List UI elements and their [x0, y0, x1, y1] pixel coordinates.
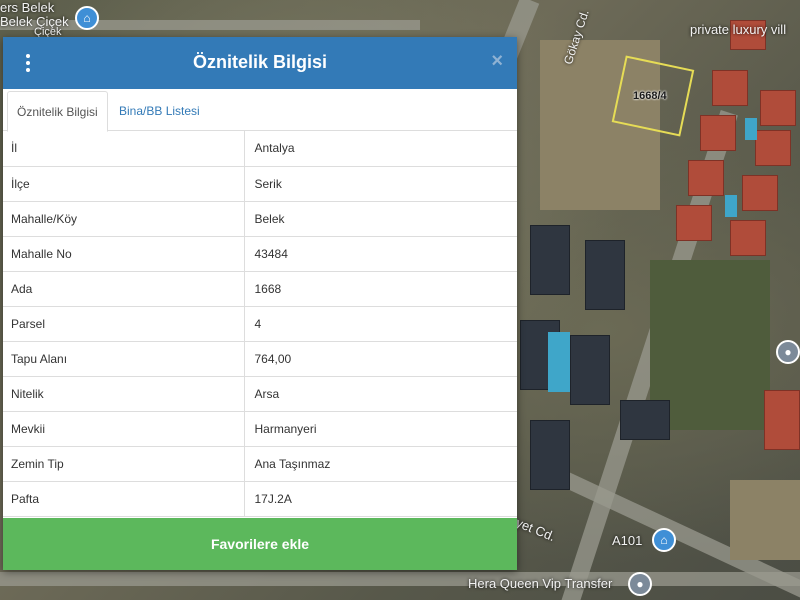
- attribute-info-panel: Öznitelik Bilgisi × Öznitelik Bilgisi Bi…: [3, 37, 517, 570]
- building: [676, 205, 712, 241]
- apartment-block: [570, 335, 610, 405]
- attribute-key: İl: [3, 131, 245, 167]
- map-pin-icon[interactable]: ⌂: [75, 6, 99, 30]
- attribute-value: 764,00: [244, 341, 517, 377]
- attribute-key: Ada: [3, 271, 245, 307]
- road: [0, 572, 800, 586]
- empty-lot: [730, 480, 800, 560]
- building: [688, 160, 724, 196]
- table-row: İl Antalya: [3, 131, 517, 167]
- pool: [745, 118, 757, 140]
- attribute-key: Nitelik: [3, 376, 245, 412]
- building: [712, 70, 748, 106]
- table-row: Nitelik Arsa: [3, 376, 517, 412]
- table-row: Pafta 17J.2A: [3, 481, 517, 517]
- attribute-key: Parsel: [3, 306, 245, 342]
- building: [742, 175, 778, 211]
- map-label: Hera Queen Vip Transfer: [468, 576, 613, 591]
- building: [755, 130, 791, 166]
- table-row: Mahalle/Köy Belek: [3, 201, 517, 237]
- table-row: Parsel 4: [3, 306, 517, 342]
- attribute-value: Arsa: [244, 376, 517, 412]
- building: [764, 390, 800, 450]
- attribute-key: Mahalle/Köy: [3, 201, 245, 237]
- attribute-value: Antalya: [244, 131, 517, 167]
- attribute-value: Harmanyeri: [244, 411, 517, 447]
- table-row: Mahalle No 43484: [3, 236, 517, 272]
- map-label: private luxury vill: [690, 22, 787, 37]
- pool: [548, 332, 570, 392]
- attribute-key: Mevkii: [3, 411, 245, 447]
- attribute-value: Belek: [244, 201, 517, 237]
- attribute-value: 1668: [244, 271, 517, 307]
- tab-attribute-info[interactable]: Öznitelik Bilgisi: [7, 91, 108, 132]
- apartment-block: [530, 420, 570, 490]
- building: [700, 115, 736, 151]
- building: [760, 90, 796, 126]
- attribute-value: Serik: [244, 166, 517, 202]
- close-icon[interactable]: ×: [491, 49, 503, 73]
- panel-header: Öznitelik Bilgisi ×: [3, 37, 517, 89]
- panel-title: Öznitelik Bilgisi: [192, 52, 328, 72]
- table-row: Ada 1668: [3, 271, 517, 307]
- attribute-key: Zemin Tip: [3, 446, 245, 482]
- tab-building-list[interactable]: Bina/BB Listesi: [110, 91, 209, 132]
- map-label: A101: [612, 533, 643, 548]
- table-row: Mevkii Harmanyeri: [3, 411, 517, 447]
- attribute-table: İl Antalya İlçe Serik Mahalle/Köy Belek Mahall…: [3, 131, 517, 517]
- attribute-value: 17J.2A: [244, 481, 517, 517]
- attribute-value: 4: [244, 306, 517, 342]
- map-pin-icon[interactable]: ●: [628, 572, 652, 596]
- attribute-key: Pafta: [3, 481, 245, 517]
- table-row: Tapu Alanı 764,00: [3, 341, 517, 377]
- parcel-label: 1668/4: [633, 90, 667, 102]
- attribute-key: Tapu Alanı: [3, 341, 245, 377]
- apartment-block: [530, 225, 570, 295]
- pool: [725, 195, 737, 217]
- attribute-value: 43484: [244, 236, 517, 272]
- attribute-value: Ana Taşınmaz: [244, 446, 517, 482]
- map-label: ers Belek: [0, 0, 55, 15]
- map-pin-icon[interactable]: ●: [776, 340, 800, 364]
- street-label: yet Cd.: [513, 514, 558, 545]
- attribute-key: İlçe: [3, 166, 245, 202]
- apartment-block: [585, 240, 625, 310]
- building: [730, 220, 766, 256]
- attribute-key: Mahalle No: [3, 236, 245, 272]
- tab-bar: Öznitelik Bilgisi Bina/BB Listesi: [3, 89, 517, 132]
- table-row: İlçe Serik: [3, 166, 517, 202]
- table-row: Zemin Tip Ana Taşınmaz: [3, 446, 517, 482]
- apartment-block: [620, 400, 670, 440]
- add-to-favorites-button[interactable]: Favorilere ekle: [3, 518, 517, 570]
- map-pin-icon[interactable]: ⌂: [652, 528, 676, 552]
